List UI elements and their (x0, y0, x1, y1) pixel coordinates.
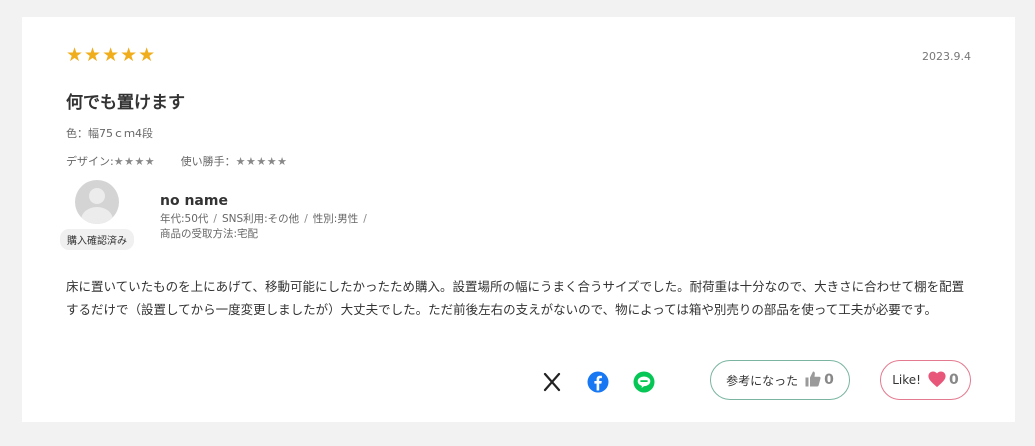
helpful-label: 参考になった (726, 373, 799, 388)
share-x-icon[interactable] (540, 370, 564, 394)
rating-stars: ★★★★★ (66, 44, 157, 66)
user-age: 年代:50代 (160, 213, 209, 225)
helpful-button[interactable]: 参考になった 0 (710, 360, 850, 400)
helpful-count: 0 (824, 372, 834, 388)
verified-purchase-badge: 購入確認済み (60, 229, 134, 250)
design-label: デザイン: (66, 155, 114, 168)
share-line-icon[interactable] (632, 370, 656, 394)
thumbs-up-icon (804, 370, 822, 391)
review-date: 2023.9.4 (922, 50, 971, 63)
color-variant: 色：幅75ｃｍ4段 (66, 127, 153, 140)
like-label: Like! (892, 373, 921, 387)
review-body: 床に置いていたものを上にあげて、移動可能にしたかったため購入。設置場所の幅にうま… (66, 279, 965, 317)
review-title: 何でも置けます (66, 93, 185, 113)
user-meta: 年代:50代 / SNS利用:その他 / 性別:男性 / 商品の受取方法:宅配 (160, 213, 367, 240)
user-info: no name 年代:50代 / SNS利用:その他 / 性別:男性 / 商品の受取方法:… (160, 193, 372, 242)
user-sns: SNS利用:その他 (221, 213, 300, 225)
user-receive-method: 商品の受取方法:宅配 (160, 228, 259, 240)
user-name: no name (160, 193, 228, 209)
user-gender: 性別:男性 (312, 213, 359, 225)
usability-stars: ★★★★★ (235, 155, 288, 168)
share-facebook-icon[interactable] (586, 370, 610, 394)
usability-label: 使い勝手： (180, 155, 236, 168)
heart-icon (927, 370, 947, 391)
avatar (75, 180, 119, 224)
user-avatar-block: 購入確認済み (57, 178, 137, 250)
like-button[interactable]: Like! 0 (880, 360, 971, 400)
review-card: ★★★★★ 2023.9.4 何でも置けます 色：幅75ｃｍ4段 デザイン:★★… (22, 17, 1015, 422)
like-count: 0 (948, 372, 959, 388)
design-stars: ★★★★ (113, 155, 156, 168)
sub-ratings: デザイン:★★★★ 使い勝手：★★★★★ (66, 153, 287, 169)
